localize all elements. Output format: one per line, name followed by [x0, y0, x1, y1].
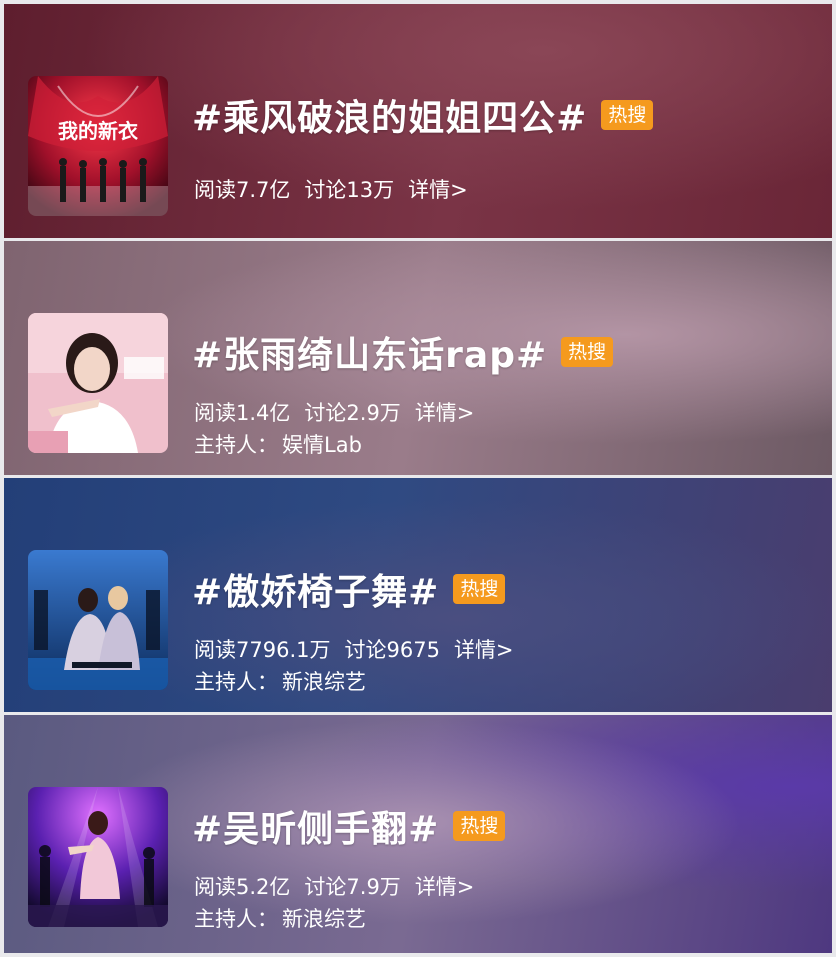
host-line: 主持人： 新浪综艺: [194, 666, 366, 696]
performance-image: [28, 787, 168, 927]
hot-badge: 热搜: [561, 337, 614, 367]
topic-card[interactable]: #吴昕侧手翻# 热搜 阅读5.2亿 讨论7.9万 详情> 主持人： 新浪综艺: [4, 715, 832, 953]
topic-card[interactable]: #张雨绮山东话rap# 热搜 阅读1.4亿 讨论2.9万 详情> 主持人： 娱情Lab: [4, 241, 832, 475]
host-name[interactable]: 新浪综艺: [282, 670, 366, 694]
hot-badge: 热搜: [453, 811, 506, 841]
hot-topics-list: 我的新衣 #乘风破浪的姐姐四公# 热搜 阅读7.7亿 讨论13万 详情> #张雨…: [4, 4, 832, 953]
topic-stats: 阅读7.7亿 讨论13万 详情>: [194, 174, 482, 204]
hot-badge: 热搜: [453, 574, 506, 604]
details-link[interactable]: 详情>: [415, 401, 475, 425]
topic-title[interactable]: #吴昕侧手翻#: [192, 800, 439, 852]
host-line: 主持人： 娱情Lab: [194, 429, 362, 459]
details-link[interactable]: 详情>: [408, 178, 468, 202]
topic-thumbnail[interactable]: 我的新衣: [28, 76, 168, 216]
details-link[interactable]: 详情>: [415, 875, 475, 899]
discussion-count: 讨论13万: [304, 178, 395, 202]
discussion-count: 讨论2.9万: [304, 401, 401, 425]
dance-stage-image: [28, 550, 168, 690]
read-count: 阅读5.2亿: [194, 875, 291, 899]
topic-stats: 阅读5.2亿 讨论7.9万 详情>: [194, 871, 488, 901]
title-row: #吴昕侧手翻# 热搜: [192, 800, 506, 852]
host-name[interactable]: 新浪综艺: [282, 907, 366, 931]
details-link[interactable]: 详情>: [454, 638, 514, 662]
host-label: 主持人：: [194, 907, 278, 931]
host-line: 主持人： 新浪综艺: [194, 903, 366, 933]
topic-card[interactable]: #傲娇椅子舞# 热搜 阅读7796.1万 讨论9675 详情> 主持人： 新浪综艺: [4, 478, 832, 712]
host-label: 主持人：: [194, 433, 278, 457]
read-count: 阅读7.7亿: [194, 178, 291, 202]
title-row: #乘风破浪的姐姐四公# 热搜: [192, 89, 654, 141]
read-count: 阅读7796.1万: [194, 638, 331, 662]
stage-image: 我的新衣: [28, 76, 168, 216]
thumbnail-caption: 我的新衣: [58, 119, 138, 143]
host-name[interactable]: 娱情Lab: [282, 433, 362, 457]
topic-stats: 阅读1.4亿 讨论2.9万 详情>: [194, 397, 488, 427]
host-label: 主持人：: [194, 670, 278, 694]
read-count: 阅读1.4亿: [194, 401, 291, 425]
topic-thumbnail[interactable]: [28, 550, 168, 690]
topic-thumbnail[interactable]: [28, 313, 168, 453]
portrait-image: [28, 313, 168, 453]
hot-badge: 热搜: [601, 100, 654, 130]
topic-title[interactable]: #乘风破浪的姐姐四公#: [192, 89, 587, 141]
topic-title[interactable]: #傲娇椅子舞#: [192, 563, 439, 615]
title-row: #张雨绮山东话rap# 热搜: [192, 326, 614, 378]
discussion-count: 讨论9675: [344, 638, 440, 662]
topic-card[interactable]: 我的新衣 #乘风破浪的姐姐四公# 热搜 阅读7.7亿 讨论13万 详情>: [4, 4, 832, 238]
discussion-count: 讨论7.9万: [304, 875, 401, 899]
topic-stats: 阅读7796.1万 讨论9675 详情>: [194, 634, 528, 664]
title-row: #傲娇椅子舞# 热搜: [192, 563, 506, 615]
topic-title[interactable]: #张雨绮山东话rap#: [192, 326, 547, 378]
topic-thumbnail[interactable]: [28, 787, 168, 927]
